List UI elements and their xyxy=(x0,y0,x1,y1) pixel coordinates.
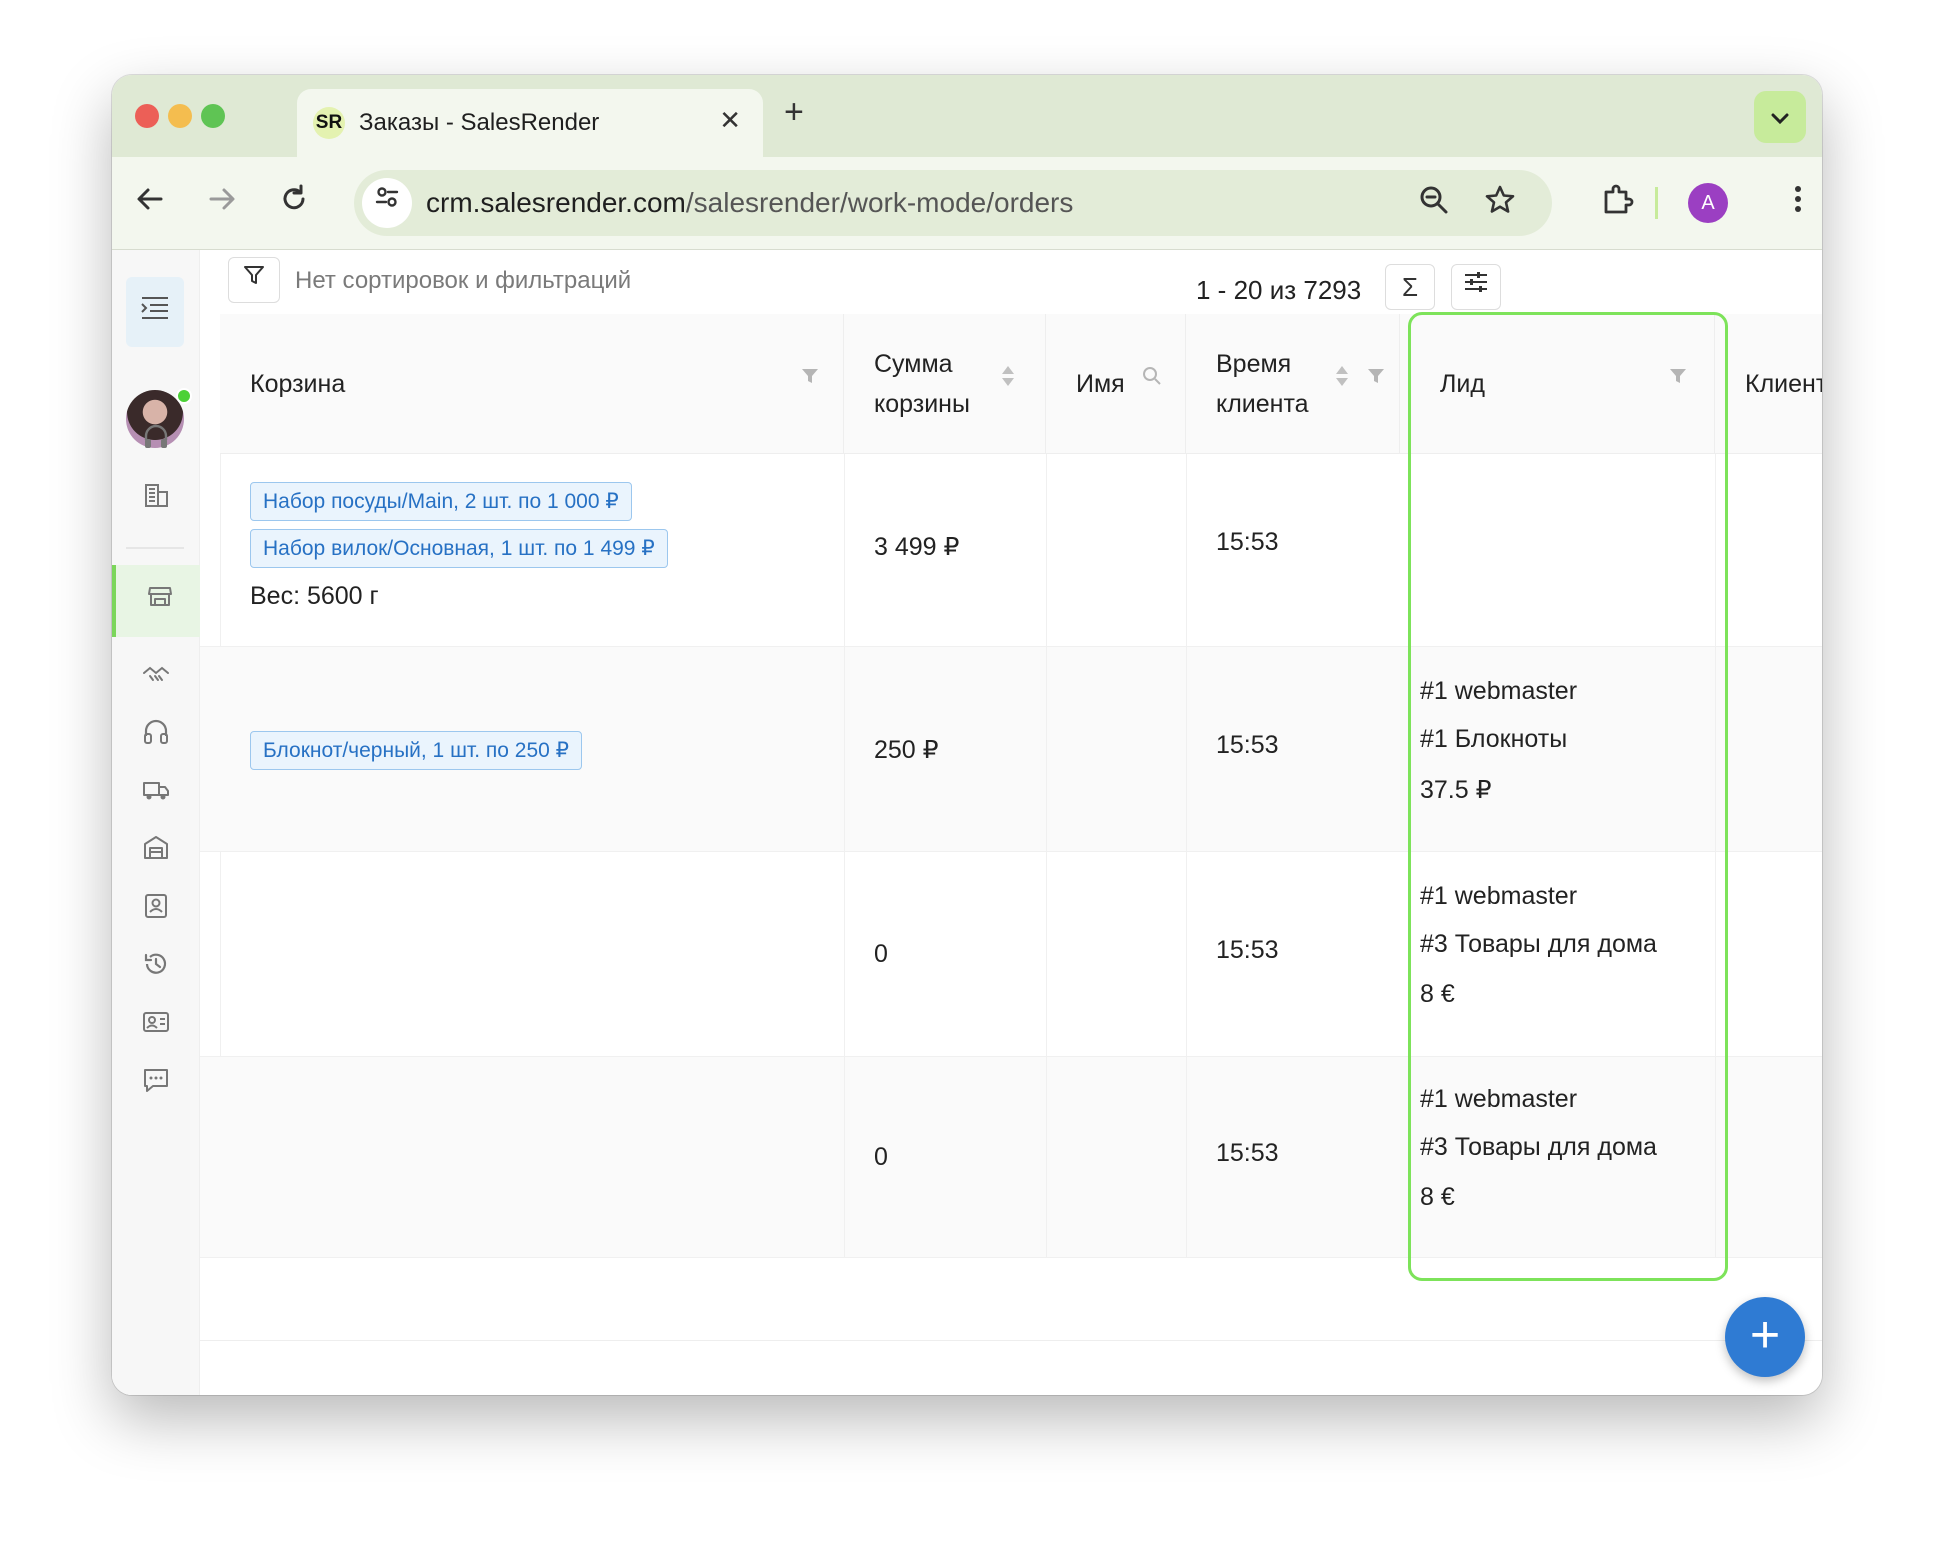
browser-toolbar: crm.salesrender.com/salesrender/work-mod… xyxy=(112,157,1822,250)
filter-status-text: Нет сортировок и фильтраций xyxy=(295,267,632,294)
sliders-icon xyxy=(1465,272,1487,292)
pagination-info: 1 - 20 из 7293 xyxy=(1196,275,1362,305)
tab-title: Заказы - SalesRender xyxy=(359,109,600,136)
sidebar-divider xyxy=(126,547,184,549)
close-window-button[interactable] xyxy=(135,104,159,128)
cart-item-chip[interactable]: Блокнот/черный, 1 шт. по 250 ₽ xyxy=(250,731,582,770)
close-tab-icon[interactable]: ✕ xyxy=(719,105,741,136)
toolbar-separator xyxy=(1655,187,1658,219)
extensions-puzzle-icon[interactable] xyxy=(1600,181,1636,225)
sort-icon[interactable] xyxy=(1334,364,1350,394)
chevron-down-icon xyxy=(1771,113,1789,125)
column-filter-icon[interactable] xyxy=(1366,366,1386,392)
cart-cell: Набор посуды/Main, 2 шт. по 1 000 ₽ Набо… xyxy=(250,482,668,674)
column-header-cart-sum[interactable]: Сумма корзины xyxy=(844,314,1046,453)
sidebar-item-orders[interactable] xyxy=(112,565,203,637)
sum-button[interactable]: Σ xyxy=(1385,264,1435,310)
column-settings-button[interactable] xyxy=(1451,264,1501,310)
column-label: клиента xyxy=(1216,390,1309,418)
online-status-dot xyxy=(176,388,192,404)
column-header-name[interactable]: Имя xyxy=(1046,314,1186,453)
url-path: /salesrender/work-mode/orders xyxy=(685,187,1074,218)
filter-funnel-icon xyxy=(244,266,264,284)
minimize-window-button[interactable] xyxy=(168,104,192,128)
back-button[interactable] xyxy=(126,179,174,227)
zoom-window-button[interactable] xyxy=(201,104,225,128)
sidebar-item-chat[interactable] xyxy=(112,1058,199,1114)
column-label: Время xyxy=(1216,350,1292,378)
profile-avatar[interactable]: A xyxy=(1688,183,1728,223)
id-card-icon xyxy=(142,1012,169,1032)
browser-tab[interactable]: SR Заказы - SalesRender ✕ xyxy=(297,89,763,157)
lead-column-highlight xyxy=(1408,312,1728,1281)
column-search-icon[interactable] xyxy=(1142,366,1162,392)
handshake-icon xyxy=(142,666,169,681)
column-label: Имя xyxy=(1076,370,1125,398)
url-host: crm.salesrender.com xyxy=(426,187,686,218)
more-menu-icon[interactable] xyxy=(1792,181,1804,225)
column-label: Сумма xyxy=(874,350,953,378)
column-header-client[interactable]: Клиент xyxy=(1715,314,1822,453)
column-label: корзины xyxy=(874,390,970,418)
url-text[interactable]: crm.salesrender.com/salesrender/work-mod… xyxy=(426,187,1073,219)
zoom-icon[interactable] xyxy=(1418,184,1450,223)
column-header-client-time[interactable]: Время клиента xyxy=(1186,314,1400,453)
truck-icon xyxy=(142,782,169,800)
cart-item-chip[interactable]: Набор посуды/Main, 2 шт. по 1 000 ₽ xyxy=(250,482,632,521)
sidebar-item-contacts[interactable] xyxy=(112,884,199,940)
new-tab-button[interactable]: + xyxy=(784,93,804,132)
sidebar-toggle-button[interactable] xyxy=(126,277,184,347)
tab-bar: SR Заказы - SalesRender ✕ + xyxy=(112,75,1822,157)
headphones-icon xyxy=(143,719,168,744)
sidebar-item-delivery[interactable] xyxy=(112,768,199,824)
site-settings-icon[interactable] xyxy=(362,178,412,228)
building-icon[interactable] xyxy=(112,473,199,529)
sort-icon[interactable] xyxy=(1000,364,1016,394)
salesrender-logo-icon: SR xyxy=(313,107,345,139)
tab-search-button[interactable] xyxy=(1754,91,1806,143)
address-bar[interactable]: crm.salesrender.com/salesrender/work-mod… xyxy=(354,170,1552,236)
history-icon xyxy=(144,953,166,974)
sidebar-item-leads[interactable] xyxy=(112,652,199,708)
forward-button[interactable] xyxy=(198,179,246,227)
column-header-cart[interactable]: Корзина xyxy=(220,314,844,453)
column-filter-icon[interactable] xyxy=(800,366,820,392)
back-arrow-icon xyxy=(137,188,163,210)
bookmark-star-icon[interactable] xyxy=(1484,184,1516,223)
browser-window: SR Заказы - SalesRender ✕ + crm.salesren… xyxy=(112,75,1822,1395)
reload-button[interactable] xyxy=(270,179,318,227)
headset-icon[interactable] xyxy=(112,415,199,471)
warehouse-icon xyxy=(143,836,168,859)
menu-collapse-icon xyxy=(141,297,168,319)
contact-card-icon xyxy=(144,894,167,918)
sidebar-item-calls[interactable] xyxy=(112,710,199,766)
reload-icon xyxy=(283,184,305,210)
chat-icon xyxy=(143,1069,168,1092)
sidebar xyxy=(112,250,203,1395)
sidebar-item-users[interactable] xyxy=(112,1000,199,1056)
store-icon xyxy=(147,587,172,606)
cart-item-chip[interactable]: Набор вилок/Основная, 1 шт. по 1 499 ₽ xyxy=(250,529,668,568)
cart-weight: Вес: 5600 г xyxy=(250,582,379,610)
column-label: Корзина xyxy=(250,370,346,398)
app-content: Нет сортировок и фильтраций 1 - 20 из 72… xyxy=(112,250,1822,1395)
sidebar-item-history[interactable] xyxy=(112,942,199,998)
column-label: Клиент xyxy=(1745,370,1822,398)
add-order-button[interactable]: + xyxy=(1725,1297,1805,1377)
filter-button[interactable] xyxy=(228,257,280,303)
forward-arrow-icon xyxy=(209,188,235,210)
sidebar-item-warehouse[interactable] xyxy=(112,826,199,882)
